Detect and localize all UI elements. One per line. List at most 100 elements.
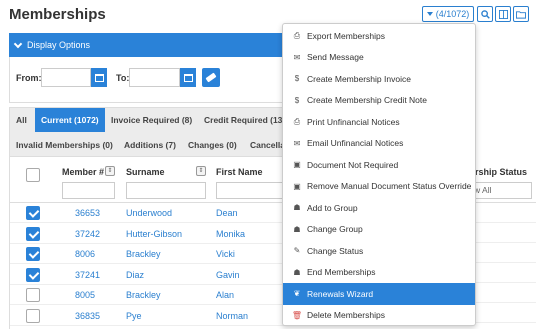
surname-link[interactable]: Brackley (126, 290, 161, 300)
group-icon: ☗ (293, 267, 301, 277)
surname-filter-input[interactable] (126, 182, 206, 199)
menu-item-export-memberships[interactable]: ⎙ Export Memberships (283, 25, 475, 47)
folder-button[interactable] (513, 6, 529, 22)
display-options-label: Display Options (27, 40, 91, 50)
eraser-icon (205, 72, 217, 83)
menu-item-add-to-group[interactable]: ☗ Add to Group (283, 197, 475, 219)
surname-link[interactable]: Hutter-Gibson (126, 229, 182, 239)
menu-item-send-message[interactable]: ✉ Send Message (283, 47, 475, 69)
member-no-link[interactable]: 8005 (75, 290, 95, 300)
table-row[interactable]: 36653 Underwood Dean (10, 203, 295, 223)
row-checkbox[interactable] (26, 206, 40, 220)
menu-item-delete-memberships[interactable]: 🗑 Delete Memberships (283, 305, 475, 327)
row-checkbox[interactable] (26, 288, 40, 302)
caret-down-icon (426, 12, 433, 16)
menu-item-create-membership-invoice[interactable]: $ Create Membership Invoice (283, 68, 475, 90)
menu-item-document-not-required[interactable]: ▣ Document Not Required (283, 154, 475, 176)
select-all-checkbox[interactable] (26, 168, 40, 182)
to-label: To: (116, 73, 130, 83)
tab-invoice-required[interactable]: Invoice Required (8) (105, 108, 198, 132)
status-cell (470, 243, 536, 263)
member-no-link[interactable]: 8006 (75, 249, 95, 259)
to-date-picker-button[interactable] (180, 68, 196, 87)
menu-item-remove-manual-document-status-override[interactable]: ▣ Remove Manual Document Status Override (283, 176, 475, 198)
menu-item-change-group[interactable]: ☗ Change Group (283, 219, 475, 241)
member-no-link[interactable]: 36653 (75, 208, 100, 218)
surname-sort-button[interactable]: ⇕ (196, 166, 206, 176)
selection-count-dropdown[interactable]: (4/1072) (422, 6, 474, 22)
menu-item-change-status[interactable]: ✎ Change Status (283, 240, 475, 262)
row-checkbox[interactable] (26, 308, 40, 323)
menu-item-create-membership-credit-note[interactable]: $ Create Membership Credit Note (283, 90, 475, 112)
bulk-actions-menu: ⎙ Export Memberships ✉ Send Message $ Create … (282, 23, 476, 326)
row-checkbox[interactable] (26, 267, 40, 282)
menu-item-label: Change Status (307, 245, 364, 256)
search-button[interactable] (477, 6, 493, 22)
clear-dates-button[interactable] (202, 68, 220, 87)
display-options-toggle[interactable]: Display Options (9, 33, 295, 57)
row-checkbox[interactable] (26, 247, 40, 261)
memberships-table: Member # ⇕ Surname ⇕ First Name 36653 Und… (9, 157, 295, 329)
menu-item-label: Print Unfinancial Notices (307, 116, 400, 127)
menu-item-label: Create Membership Credit Note (307, 95, 427, 106)
table-row[interactable]: 8006 Brackley Vicki (10, 244, 295, 264)
status-filter-select[interactable]: w All (470, 182, 532, 199)
menu-item-label: End Memberships (307, 267, 376, 278)
from-date-input[interactable] (41, 68, 91, 87)
first-name-header: First Name (216, 167, 263, 177)
first-name-link[interactable]: Gavin (216, 270, 240, 280)
menu-item-renewals-wizard[interactable]: ❦ Renewals Wizard (283, 283, 475, 305)
membership-tabs: All Current (1072) Invoice Required (8) … (9, 107, 295, 157)
pencil-icon: ✎ (293, 246, 301, 256)
trash-icon: 🗑 (291, 310, 303, 320)
surname-link[interactable]: Brackley (126, 249, 161, 259)
surname-header: Surname (126, 167, 165, 177)
first-name-link[interactable]: Norman (216, 311, 248, 321)
row-checkbox[interactable] (26, 226, 40, 241)
surname-link[interactable]: Underwood (126, 208, 172, 218)
status-cell (470, 223, 536, 243)
group-icon: ☗ (293, 203, 301, 213)
table-row[interactable]: 37242 Hutter-Gibson Monika (10, 224, 295, 244)
tab-invalid-memberships[interactable]: Invalid Memberships (0) (10, 133, 119, 157)
menu-item-label: Email Unfinancial Notices (307, 138, 404, 149)
table-row[interactable]: 37241 Diaz Gavin (10, 265, 295, 285)
first-name-link[interactable]: Dean (216, 208, 238, 218)
status-cell (470, 303, 536, 323)
date-filter-panel: From: To: (9, 57, 295, 103)
member-no-filter-input[interactable] (62, 182, 115, 199)
columns-button[interactable] (495, 6, 511, 22)
page-title: Memberships (9, 6, 106, 23)
to-date-input[interactable] (129, 68, 180, 87)
first-name-link[interactable]: Alan (216, 290, 234, 300)
status-cell (470, 283, 536, 303)
chevron-down-icon (13, 39, 23, 48)
first-name-link[interactable]: Vicki (216, 249, 235, 259)
menu-item-print-unfinancial-notices[interactable]: ⎙ Print Unfinancial Notices (283, 111, 475, 133)
table-row[interactable]: 36835 Pye Norman (10, 306, 295, 326)
money-icon: ▣ (293, 181, 301, 191)
table-row[interactable]: 8005 Brackley Alan (10, 285, 295, 305)
calendar-icon (94, 73, 104, 82)
calendar-icon (183, 73, 193, 82)
member-no-link[interactable]: 36835 (75, 311, 100, 321)
surname-link[interactable]: Pye (126, 311, 142, 321)
group-icon: ☗ (293, 224, 301, 234)
member-no-link[interactable]: 37242 (75, 229, 100, 239)
member-no-sort-button[interactable]: ⇕ (105, 166, 115, 176)
menu-item-email-unfinancial-notices[interactable]: ✉ Email Unfinancial Notices (283, 133, 475, 155)
leaf-icon: ❦ (293, 289, 301, 299)
tab-changes[interactable]: Changes (0) (182, 133, 243, 157)
member-no-link[interactable]: 37241 (75, 270, 100, 280)
menu-item-end-memberships[interactable]: ☗ End Memberships (283, 262, 475, 284)
tab-current[interactable]: Current (1072) (35, 108, 105, 132)
first-name-link[interactable]: Monika (216, 229, 245, 239)
menu-item-label: Add to Group (307, 202, 358, 213)
tab-additions[interactable]: Additions (7) (118, 133, 182, 157)
envelope-icon: ✉ (293, 52, 301, 62)
tab-all[interactable]: All (10, 108, 33, 132)
surname-link[interactable]: Diaz (126, 270, 144, 280)
money-icon: ▣ (293, 160, 301, 170)
from-date-picker-button[interactable] (91, 68, 107, 87)
menu-item-label: Change Group (307, 224, 363, 235)
